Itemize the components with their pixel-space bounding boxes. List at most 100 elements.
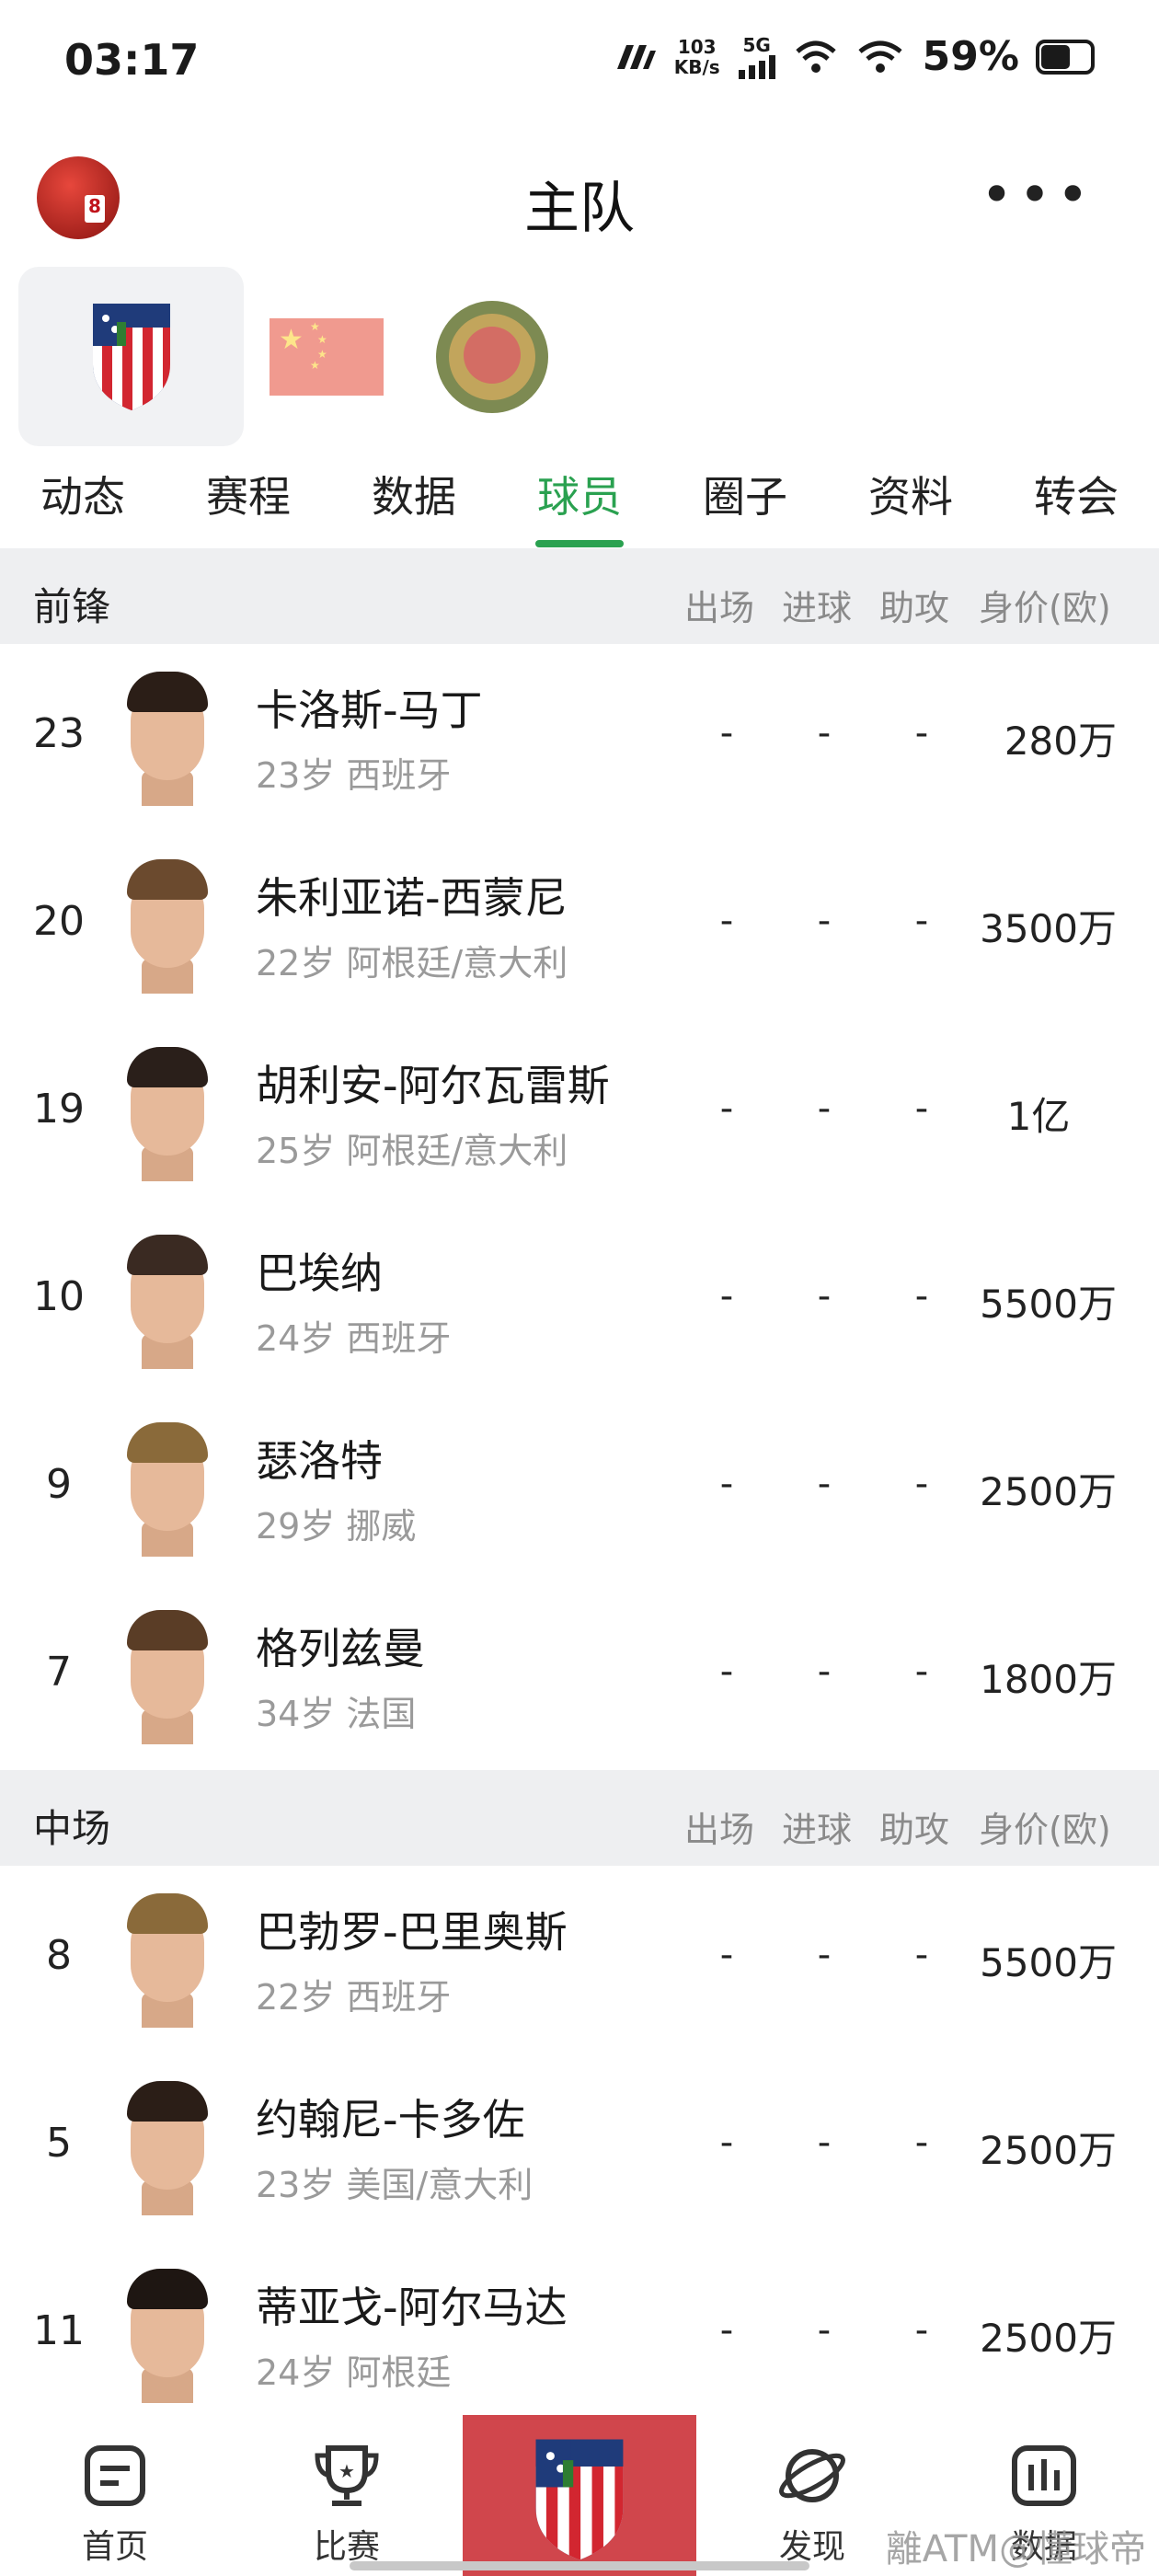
player-name: 巴勃罗-巴里奥斯: [256, 1907, 568, 1957]
tab-6[interactable]: 转会: [993, 460, 1159, 547]
col-apps: 出场: [684, 1810, 755, 1850]
jersey-number: 20: [33, 898, 85, 945]
team-china[interactable]: ★ ★ ★ ★ ★: [244, 267, 409, 446]
player-row[interactable]: 10 巴埃纳 24岁 西班牙 - - - 5500万: [0, 1207, 1159, 1397]
col-goals: 进球: [782, 588, 853, 628]
market-value: 1800万: [980, 1657, 1117, 1702]
net-speed: 103 KB/s: [673, 35, 720, 78]
jersey-number: 7: [46, 1649, 72, 1696]
top-bar: 8 主队 •••: [0, 138, 1159, 258]
atletico-madrid-crest-icon: [92, 303, 170, 410]
stat-assists: -: [914, 1087, 929, 1130]
jersey-number: 23: [33, 710, 85, 757]
player-row[interactable]: 5 约翰尼-卡多佐 23岁 美国/意大利 - - - 2500万: [0, 2053, 1159, 2243]
tab-1[interactable]: 赛程: [166, 460, 331, 547]
tab-0[interactable]: 动态: [0, 460, 166, 547]
player-photo: [118, 1890, 217, 2028]
player-name: 胡利安-阿尔瓦雷斯: [256, 1061, 610, 1110]
stat-apps: -: [719, 2309, 734, 2352]
player-meta: 25岁 阿根廷/意大利: [256, 1131, 568, 1171]
player-name: 巴埃纳: [256, 1248, 383, 1298]
market-value: 5500万: [980, 1282, 1117, 1327]
wifi-icon-2: [858, 40, 902, 73]
team-crest-icon: [535, 2439, 624, 2560]
nav-home[interactable]: 首页: [46, 2443, 184, 2568]
player-photo: [118, 856, 217, 994]
player-row[interactable]: 8 巴勃罗-巴里奥斯 22岁 西班牙 - - - 5500万: [0, 1866, 1159, 2055]
stat-assists: -: [914, 2122, 929, 2164]
stat-assists: -: [914, 1275, 929, 1317]
stat-goals: -: [817, 1650, 832, 1693]
player-row[interactable]: 7 格列兹曼 34岁 法国 - - - 1800万: [0, 1582, 1159, 1772]
player-meta: 24岁 阿根廷: [256, 2352, 452, 2393]
china-flag-icon: ★ ★ ★ ★ ★: [270, 317, 384, 396]
battery-icon: [1036, 39, 1095, 75]
section-header: 中场 出场 进球 助攻 身价(欧): [0, 1770, 1159, 1873]
trophy-icon: ★: [315, 2445, 379, 2506]
market-value: 5500万: [980, 1940, 1117, 1985]
carrier-icon: [616, 44, 656, 69]
stat-assists: -: [914, 1934, 929, 1976]
tab-5[interactable]: 资料: [828, 460, 993, 547]
col-apps: 出场: [684, 588, 755, 628]
home-icon: [85, 2445, 145, 2506]
tab-3[interactable]: 球员: [497, 460, 662, 547]
player-row[interactable]: 23 卡洛斯-马丁 23岁 西班牙 - - - 280万: [0, 644, 1159, 834]
stat-assists: -: [914, 1650, 929, 1693]
player-name: 约翰尼-卡多佐: [256, 2095, 525, 2145]
stat-assists: -: [914, 900, 929, 942]
stat-assists: -: [914, 712, 929, 754]
jersey-number: 10: [33, 1273, 85, 1320]
section-label: 前锋: [33, 584, 111, 629]
market-value: 3500万: [980, 906, 1117, 951]
home-indicator[interactable]: [350, 2561, 809, 2570]
battery-percent: 59%: [922, 33, 1019, 80]
player-meta: 22岁 西班牙: [256, 1977, 452, 2018]
team-switcher: ★ ★ ★ ★ ★: [18, 267, 575, 446]
stat-goals: -: [817, 1087, 832, 1130]
player-photo: [118, 1043, 217, 1181]
player-photo: [118, 1606, 217, 1744]
player-photo: [118, 1419, 217, 1557]
player-row[interactable]: 11 蒂亚戈-阿尔马达 24岁 阿根廷 - - - 2500万: [0, 2241, 1159, 2431]
stat-goals: -: [817, 1275, 832, 1317]
player-row[interactable]: 19 胡利安-阿尔瓦雷斯 25岁 阿根廷/意大利 - - - 1亿: [0, 1019, 1159, 1209]
tab-2[interactable]: 数据: [331, 460, 497, 547]
jersey-number: 9: [46, 1461, 72, 1508]
nav-matches[interactable]: ★ 比赛: [278, 2443, 416, 2568]
market-value: 280万: [1004, 719, 1117, 764]
stat-apps: -: [719, 1087, 734, 1130]
tab-4[interactable]: 圈子: [662, 460, 828, 547]
player-photo: [118, 2077, 217, 2215]
team-atletico-madrid[interactable]: [18, 267, 244, 446]
stat-goals: -: [817, 712, 832, 754]
tab-bar: 动态 赛程 数据 球员 圈子 资料 转会: [0, 460, 1159, 547]
market-value: 2500万: [980, 2128, 1117, 2173]
jersey-number: 5: [46, 2120, 72, 2167]
stat-apps: -: [719, 1650, 734, 1693]
stat-goals: -: [817, 900, 832, 942]
market-value: 2500万: [980, 1469, 1117, 1514]
market-value: 2500万: [980, 2316, 1117, 2361]
player-photo: [118, 2265, 217, 2403]
nav-discover[interactable]: 发现: [743, 2443, 881, 2568]
col-assists: 助攻: [879, 588, 950, 628]
player-name: 朱利亚诺-西蒙尼: [256, 873, 568, 923]
nav-team[interactable]: [463, 2415, 696, 2576]
player-meta: 29岁 挪威: [256, 1506, 417, 1547]
more-horizontal-icon[interactable]: •••: [981, 167, 1095, 223]
team-football-club[interactable]: [409, 267, 575, 446]
stat-apps: -: [719, 712, 734, 754]
market-value: 1亿: [1006, 1094, 1071, 1139]
player-photo: [118, 668, 217, 806]
stat-goals: -: [817, 1463, 832, 1505]
stat-apps: -: [719, 2122, 734, 2164]
jersey-number: 8: [46, 1932, 72, 1979]
player-meta: 22岁 阿根廷/意大利: [256, 943, 568, 983]
col-value: 身价(欧): [979, 1810, 1111, 1850]
stat-apps: -: [719, 900, 734, 942]
stat-goals: -: [817, 2122, 832, 2164]
player-row[interactable]: 9 瑟洛特 29岁 挪威 - - - 2500万: [0, 1395, 1159, 1584]
status-bar: 03:17 103 KB/s 5G 59%: [0, 0, 1159, 120]
player-row[interactable]: 20 朱利亚诺-西蒙尼 22岁 阿根廷/意大利 - - - 3500万: [0, 832, 1159, 1021]
